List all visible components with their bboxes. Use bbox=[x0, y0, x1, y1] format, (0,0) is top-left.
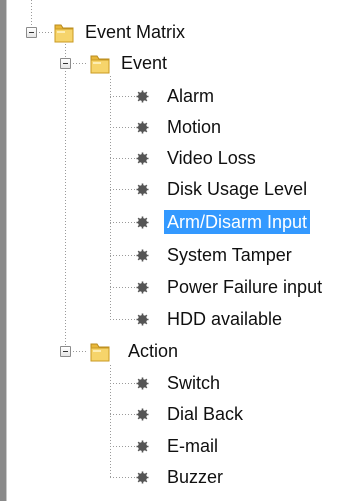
gear-bullet-icon bbox=[136, 471, 149, 484]
tree-item-label: System Tamper bbox=[167, 245, 292, 265]
tree-item-arm-disarm-input[interactable]: Arm/Disarm Input bbox=[164, 209, 311, 235]
tree-item-label: Power Failure input bbox=[167, 277, 323, 297]
gear-bullet-icon bbox=[136, 216, 149, 229]
gear-bullet-icon bbox=[136, 440, 149, 453]
gear-bullet-icon bbox=[136, 249, 149, 262]
tree-item-buzzer[interactable]: Buzzer bbox=[164, 464, 226, 490]
action-collapse-minus-icon[interactable] bbox=[60, 346, 71, 357]
tree-item-label: Switch bbox=[167, 373, 221, 393]
action-folder-icon bbox=[90, 343, 110, 362]
tree-node-label: Action bbox=[128, 341, 179, 361]
tree-node-label: Event bbox=[121, 53, 168, 73]
tree-item-label: Alarm bbox=[167, 86, 215, 106]
tree-item-power-failure-input[interactable]: Power Failure input bbox=[164, 274, 325, 300]
tree-item-hdd-available[interactable]: HDD available bbox=[164, 306, 285, 332]
tree-item-switch[interactable]: Switch bbox=[164, 370, 223, 396]
tree-item-label: E-mail bbox=[167, 436, 219, 456]
tree-item-label: HDD available bbox=[167, 309, 283, 329]
tree-item-video-loss[interactable]: Video Loss bbox=[164, 145, 259, 171]
gear-bullet-icon bbox=[136, 281, 149, 294]
event-matrix-tree: Event Matrix Event Alarm Motion Video Lo… bbox=[0, 0, 357, 501]
gear-bullet-icon bbox=[136, 121, 149, 134]
gear-bullet-icon bbox=[136, 90, 149, 103]
tree-item-alarm[interactable]: Alarm bbox=[164, 83, 217, 109]
root-collapse-minus-icon[interactable] bbox=[26, 27, 37, 38]
tree-item-label: Video Loss bbox=[167, 148, 256, 168]
tree-item-label: Dial Back bbox=[167, 404, 244, 424]
tree-item-system-tamper[interactable]: System Tamper bbox=[164, 242, 295, 268]
tree-item-label: Buzzer bbox=[167, 467, 224, 487]
tree-item-motion[interactable]: Motion bbox=[164, 114, 224, 140]
tree-item-e-mail[interactable]: E-mail bbox=[164, 433, 221, 459]
tree-node-action[interactable]: Action bbox=[125, 338, 181, 364]
tree-item-disk-usage-level[interactable]: Disk Usage Level bbox=[164, 176, 310, 202]
tree-item-label: Motion bbox=[167, 117, 222, 137]
tree-item-label-selected: Arm/Disarm Input bbox=[164, 210, 311, 234]
event-collapse-minus-icon[interactable] bbox=[60, 58, 71, 69]
tree-item-label: Disk Usage Level bbox=[167, 179, 308, 199]
gear-bullet-icon bbox=[136, 183, 149, 196]
gear-bullet-icon bbox=[136, 313, 149, 326]
gear-bullet-icon bbox=[136, 377, 149, 390]
tree-node-event-matrix[interactable]: Event Matrix bbox=[82, 19, 188, 45]
root-folder-icon bbox=[54, 24, 74, 43]
tree-node-event[interactable]: Event bbox=[118, 50, 170, 76]
tree-item-dial-back[interactable]: Dial Back bbox=[164, 401, 246, 427]
tree-node-label: Event Matrix bbox=[85, 22, 186, 42]
gear-bullet-icon bbox=[136, 408, 149, 421]
event-folder-icon bbox=[90, 55, 110, 74]
gear-bullet-icon bbox=[136, 152, 149, 165]
